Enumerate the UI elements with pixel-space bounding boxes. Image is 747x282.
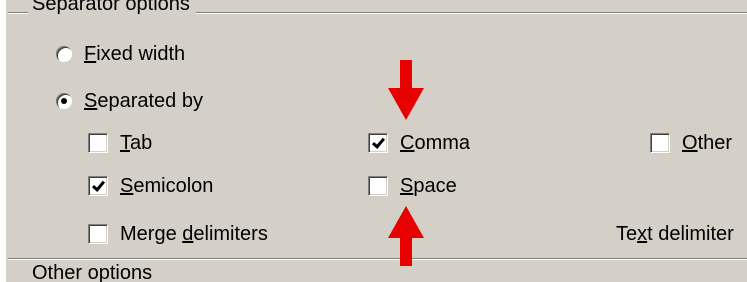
fixed-width-radio-indicator — [56, 45, 72, 62]
up-arrow-icon — [388, 206, 424, 266]
tab-label: Tab — [120, 131, 153, 154]
fixed-width-radio[interactable]: Fixed width — [56, 41, 185, 66]
text-delimiter-label: Text delimiter — [616, 222, 734, 245]
semicolon-checkbox-box — [88, 175, 108, 196]
other-options-title: Other options — [28, 262, 159, 282]
merge-delimiters-checkbox-box — [88, 223, 108, 244]
other-checkbox-box — [650, 132, 670, 153]
semicolon-checkbox[interactable]: Semicolon — [88, 173, 213, 198]
comma-label: Comma — [400, 131, 471, 154]
merge-delimiters-label: Merge delimiters — [120, 222, 268, 245]
other-options-frame — [8, 258, 747, 260]
csv-import-dialog: Separator options Fixed width Separated … — [6, 0, 747, 282]
space-label: Space — [400, 174, 457, 197]
fixed-width-label: Fixed width — [84, 42, 186, 65]
semicolon-label: Semicolon — [120, 174, 214, 197]
separated-by-radio[interactable]: Separated by — [56, 88, 203, 113]
separator-options-title: Separator options — [28, 0, 196, 15]
down-arrow-icon — [388, 60, 424, 120]
space-checkbox[interactable]: Space — [368, 173, 457, 198]
merge-delimiters-checkbox[interactable]: Merge delimiters — [88, 221, 268, 246]
other-label: Other — [682, 131, 733, 154]
comma-checkbox-box — [368, 132, 388, 153]
other-checkbox[interactable]: Other — [650, 130, 732, 155]
separated-by-label: Separated by — [84, 89, 203, 112]
separated-by-radio-indicator — [56, 92, 72, 109]
space-checkbox-box — [368, 175, 388, 196]
tab-checkbox[interactable]: Tab — [88, 130, 152, 155]
tab-checkbox-box — [88, 132, 108, 153]
comma-checkbox[interactable]: Comma — [368, 130, 470, 155]
